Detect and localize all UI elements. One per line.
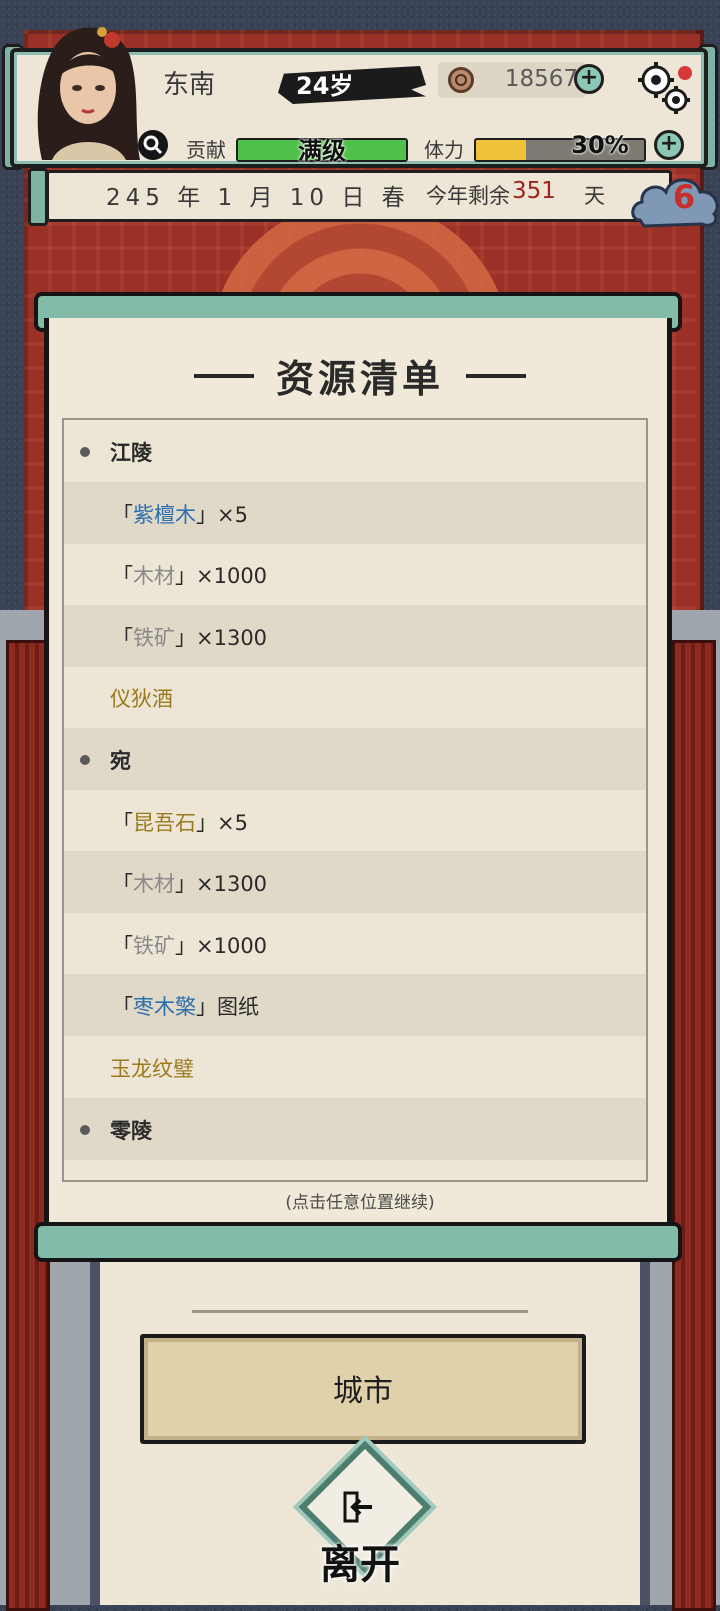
search-icon bbox=[143, 135, 163, 155]
coin-count: 18567 bbox=[504, 66, 578, 92]
city-row: 零陵 bbox=[64, 1097, 646, 1160]
resource-row: 「铁矿」×1300 bbox=[64, 604, 646, 667]
search-button[interactable] bbox=[138, 130, 168, 160]
bracket-close: 」 bbox=[196, 502, 217, 527]
resource-entry: 「木材」×1000 bbox=[112, 560, 267, 590]
bullet-icon bbox=[80, 447, 90, 457]
panel-divider bbox=[192, 1310, 528, 1313]
resource-quantity: ×1300 bbox=[196, 625, 268, 650]
bracket-open: 「 bbox=[112, 625, 133, 650]
city-name: 宛 bbox=[110, 749, 131, 773]
datebar-cap bbox=[28, 168, 48, 226]
dialog-title: 资源清单 bbox=[275, 357, 444, 401]
city-button-label: 城市 bbox=[333, 1374, 393, 1409]
resource-row: 「紫檀木」×5 bbox=[64, 481, 646, 544]
resource-quantity: 图纸 bbox=[217, 995, 259, 1020]
bracket-open: 「 bbox=[112, 872, 133, 897]
resource-entry: 「铁矿」×1000 bbox=[112, 930, 267, 960]
exit-icon bbox=[342, 1490, 376, 1524]
resource-name: 昆吾石 bbox=[133, 810, 196, 835]
resource-entry: 「昆吾石」×5 bbox=[112, 807, 248, 837]
add-coins-button[interactable]: + bbox=[574, 64, 604, 94]
bracket-close: 」 bbox=[175, 625, 196, 650]
resource-name: 木材 bbox=[133, 564, 175, 589]
continue-hint: (点击任意位置继续) bbox=[285, 1193, 435, 1213]
resource-quantity: ×1000 bbox=[196, 564, 268, 589]
resource-quantity: ×1000 bbox=[196, 933, 268, 958]
remaining-unit: 天 bbox=[584, 184, 605, 208]
special-item-row: 仪狄酒 bbox=[64, 666, 646, 728]
bracket-close: 」 bbox=[175, 872, 196, 897]
age-label: 24岁 bbox=[296, 72, 354, 100]
resource-name: 紫檀木 bbox=[133, 502, 196, 527]
city-name: 零陵 bbox=[110, 1118, 152, 1143]
bracket-open: 「 bbox=[112, 502, 133, 527]
remaining-label: 今年剩余 bbox=[426, 184, 510, 208]
resource-entry: 「枣木檠」图纸 bbox=[112, 991, 259, 1021]
resource-row: 「木材」×1000 bbox=[64, 543, 646, 605]
resource-quantity: ×5 bbox=[217, 810, 248, 835]
add-stamina-button[interactable]: + bbox=[654, 130, 684, 160]
special-item-name: 玉龙纹璧 bbox=[110, 1057, 194, 1081]
event-count: 6 bbox=[672, 178, 696, 216]
bracket-close: 」 bbox=[196, 995, 217, 1020]
bullet-icon bbox=[80, 1124, 90, 1135]
resource-quantity: ×1300 bbox=[196, 872, 268, 897]
bracket-close: 」 bbox=[175, 564, 196, 589]
resource-name: 木材 bbox=[133, 872, 175, 897]
resource-entry: 「木材」×1300 bbox=[112, 868, 267, 898]
resource-name: 铁矿 bbox=[133, 625, 175, 650]
resource-entry: 「铁矿」×1300 bbox=[112, 622, 267, 652]
bracket-open: 「 bbox=[112, 564, 133, 589]
notification-dot bbox=[678, 66, 692, 80]
resource-row: 「枣木檠」图纸 bbox=[64, 974, 646, 1037]
resource-row: 「昆吾石」×5 bbox=[64, 790, 646, 852]
character-portrait[interactable] bbox=[22, 18, 150, 160]
bracket-open: 「 bbox=[112, 995, 133, 1020]
remaining-days: 351 bbox=[512, 178, 556, 204]
stamina-label: 体力 bbox=[424, 138, 464, 162]
stamina-text: 30% bbox=[571, 131, 629, 159]
city-name: 江陵 bbox=[110, 441, 152, 465]
resource-row: 「木材」×1300 bbox=[64, 851, 646, 914]
bullet-icon bbox=[80, 755, 90, 765]
bracket-close: 」 bbox=[175, 933, 196, 958]
contribution-text: 满级 bbox=[298, 137, 346, 165]
resource-quantity: ×5 bbox=[217, 502, 248, 527]
special-item-name: 仪狄酒 bbox=[110, 687, 173, 712]
special-item-row: 玉龙纹璧 bbox=[64, 1036, 646, 1098]
city-row: 宛 bbox=[64, 728, 646, 790]
city-row: 江陵 bbox=[64, 420, 646, 482]
bracket-close: 」 bbox=[196, 810, 217, 835]
resource-name: 枣木檠 bbox=[133, 995, 196, 1020]
resource-name: 铁矿 bbox=[133, 933, 175, 958]
resource-row: 「铁矿」×1000 bbox=[64, 913, 646, 975]
current-date: 245 年 1 月 10 日 春 bbox=[106, 185, 410, 211]
contribution-label: 贡献 bbox=[186, 138, 226, 162]
right-pillar bbox=[672, 640, 716, 1611]
bracket-open: 「 bbox=[112, 933, 133, 958]
resource-entry: 「紫檀木」×5 bbox=[112, 499, 248, 529]
leave-label: 离开 bbox=[320, 1542, 400, 1588]
bracket-open: 「 bbox=[112, 810, 133, 835]
resource-list[interactable]: 江陵 「紫檀木」×5 「木材」×1000 「铁矿」×1300 仪狄酒宛「昆吾石」×5 「木… bbox=[62, 418, 648, 1182]
region-name: 东南 bbox=[163, 70, 216, 100]
scroll-bottom-rod bbox=[34, 1222, 682, 1262]
